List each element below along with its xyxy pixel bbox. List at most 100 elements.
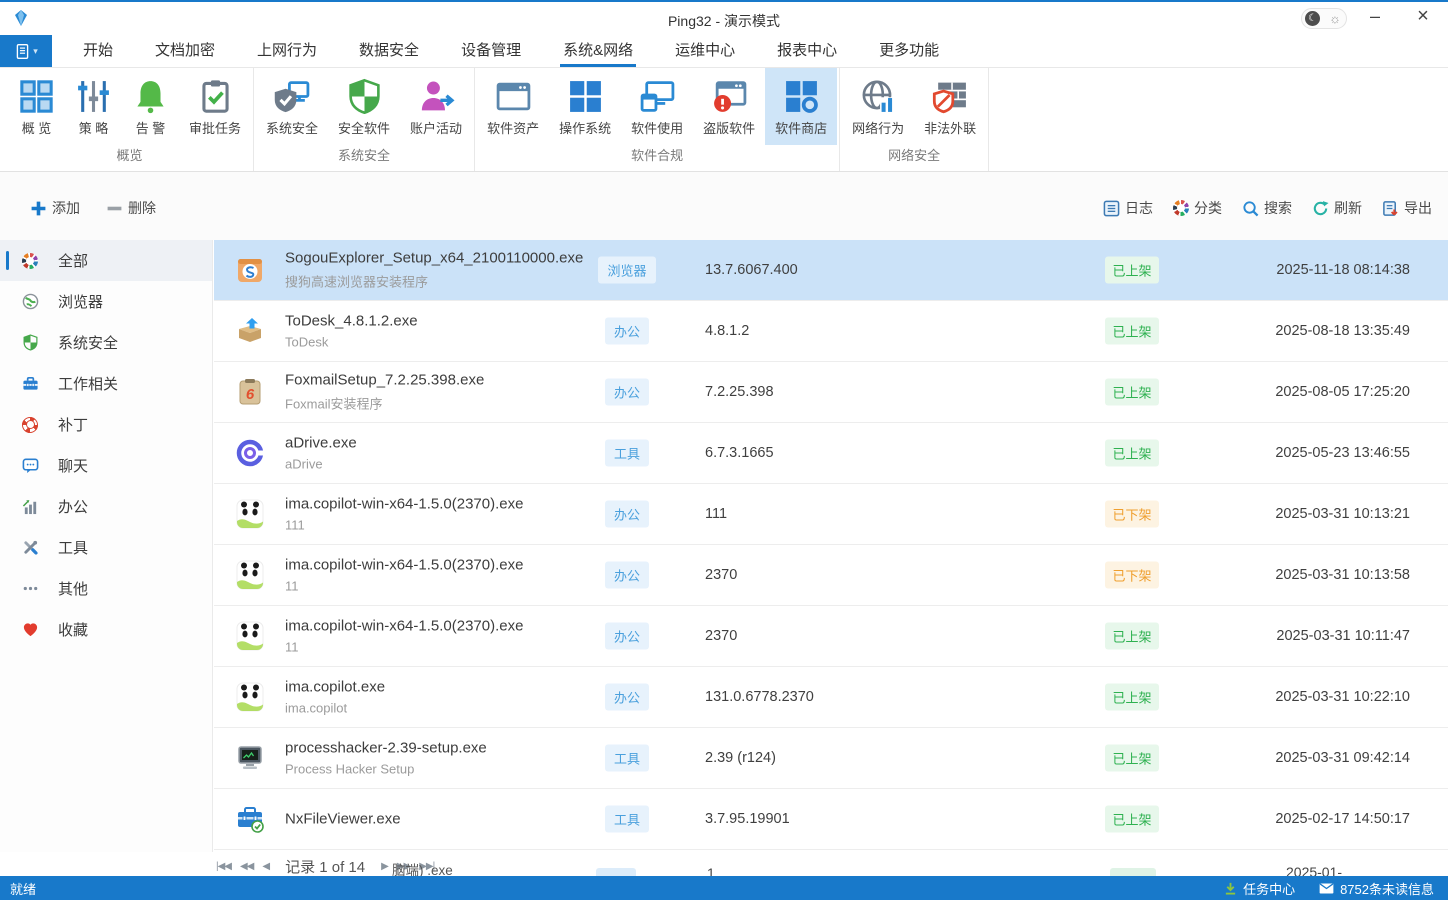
page-prev-group-button[interactable]: ◀◀ [240,861,253,872]
export-button[interactable]: 导出 [1382,198,1432,218]
table-row[interactable]: ima.copilot-win-x64-1.5.0(2370).exe111办公… [214,484,1448,545]
unread-messages-label: 8752条未读信息 [1340,879,1434,898]
ribbon-button-approval-tasks[interactable]: 审批任务 [179,68,251,145]
row-version: 2370 [705,628,737,644]
close-button[interactable]: × [1408,5,1438,28]
row-version: 6.7.3.1665 [705,445,774,461]
ribbon-button-system-security[interactable]: 系统安全 [256,68,328,145]
task-center-label: 任务中心 [1243,879,1295,898]
search-button[interactable]: 搜索 [1242,198,1292,218]
tab-web-behavior[interactable]: 上网行为 [236,35,338,67]
status-badge: 已上架 [1105,318,1158,345]
row-category: 办公 [585,623,669,650]
tab-system-network[interactable]: 系统&网络 [542,35,654,67]
ribbon-button-operating-system[interactable]: 操作系统 [549,68,621,145]
ribbon-group-label: 软件合规 [477,145,837,171]
tab-report-center[interactable]: 报表中心 [756,35,858,67]
row-category: 办公 [585,684,669,711]
sidebar-item-favorites[interactable]: 收藏 [0,609,212,650]
category-badge: 办公 [605,623,649,650]
download-icon [1224,882,1237,895]
table-row[interactable]: SogouExplorer_Setup_x64_2100110000.exe搜狗… [214,240,1448,301]
tab-start[interactable]: 开始 [62,35,134,67]
tab-data-security[interactable]: 数据安全 [338,35,440,67]
page-next-button[interactable]: ▶ [381,861,388,872]
delete-button[interactable]: 删除 [106,198,156,218]
overview-icon [18,76,55,116]
table-row[interactable]: ima.copilot-win-x64-1.5.0(2370).exe11办公2… [214,545,1448,606]
row-description: 11 [285,579,523,594]
status-badge: 已下架 [1105,562,1158,589]
table-row[interactable]: processhacker-2.39-setup.exeProcess Hack… [214,728,1448,789]
app-menu-button[interactable] [0,35,52,67]
unread-messages-button[interactable]: 8752条未读信息 [1319,879,1434,898]
page-prev-button[interactable]: ◀ [262,861,269,872]
sidebar-item-office[interactable]: 办公 [0,486,212,527]
row-version: 4.8.1.2 [705,323,749,339]
ribbon-button-software-assets[interactable]: 软件资产 [477,68,549,145]
ribbon-button-overview[interactable]: 概 览 [8,68,65,145]
table-row[interactable]: ToDesk_4.8.1.2.exeToDesk办公4.8.1.2已上架2025… [214,301,1448,362]
ribbon-button-software-store[interactable]: 软件商店 [765,68,837,145]
partial-row-version: 1 [707,865,715,876]
row-category: 办公 [585,318,669,345]
refresh-button[interactable]: 刷新 [1312,198,1362,218]
policy-icon [75,76,112,116]
category-badge: 办公 [605,318,649,345]
lifebuoy-icon [20,417,40,433]
panda-app-icon [235,499,265,529]
category-button[interactable]: 分类 [1173,198,1222,218]
table-row[interactable]: ima.copilot-win-x64-1.5.0(2370).exe11办公2… [214,606,1448,667]
ribbon-button-security-software[interactable]: 安全软件 [328,68,400,145]
row-category: 办公 [585,379,669,406]
status-badge: 已上架 [1105,257,1158,284]
ribbon-button-alert[interactable]: 告 警 [122,68,179,145]
status-badge: 已上架 [1105,379,1158,406]
ribbon-button-account-activity[interactable]: 账户活动 [400,68,472,145]
sidebar-item-system-security[interactable]: 系统安全 [0,322,212,363]
light-mode-icon[interactable]: ☼ [1329,11,1341,26]
partial-row-date: 2025-01- [1286,864,1342,876]
log-button[interactable]: 日志 [1103,198,1153,218]
shield-green-icon [346,76,383,116]
category-badge: 办公 [605,684,649,711]
sidebar-item-tools[interactable]: 工具 [0,527,212,568]
dots-icon [20,580,40,597]
window-app-icon [495,76,532,116]
tab-ops-center[interactable]: 运维中心 [654,35,756,67]
ribbon-button-network-behavior[interactable]: 网络行为 [842,68,914,145]
sidebar-item-other[interactable]: 其他 [0,568,212,609]
sidebar-item-chat[interactable]: 聊天 [0,445,212,486]
ribbon-button-software-usage[interactable]: 软件使用 [621,68,693,145]
table-row[interactable]: NxFileViewer.exe工具3.7.95.19901已上架2025-02… [214,789,1448,850]
minimize-button[interactable]: – [1360,6,1390,27]
svg-text:6: 6 [246,386,255,403]
row-category: 办公 [585,562,669,589]
tab-device-mgmt[interactable]: 设备管理 [440,35,542,67]
row-filename: ima.copilot-win-x64-1.5.0(2370).exe [285,496,523,513]
table-row[interactable]: ima.copilot.exeima.copilot办公131.0.6778.2… [214,667,1448,728]
ribbon-button-illegal-connection[interactable]: 非法外联 [914,68,986,145]
sidebar-item-all[interactable]: 全部 [0,240,212,281]
donut-icon [1173,200,1189,216]
row-filename: FoxmailSetup_7.2.25.398.exe [285,372,484,389]
tab-doc-encrypt[interactable]: 文档加密 [134,35,236,67]
sidebar-item-patch[interactable]: 补丁 [0,404,212,445]
ribbon-button-policy[interactable]: 策 略 [65,68,122,145]
refresh-icon [1312,200,1329,217]
theme-toggle[interactable]: ☾ ☼ [1301,8,1347,29]
sidebar-item-browser[interactable]: 浏览器 [0,281,212,322]
page-first-button[interactable]: |◀◀ [216,861,231,872]
add-button[interactable]: 添加 [30,198,80,218]
sidebar-item-work-related[interactable]: 工作相关 [0,363,212,404]
task-center-button[interactable]: 任务中心 [1224,879,1295,898]
export-icon [1382,200,1399,217]
dark-mode-icon[interactable]: ☾ [1305,11,1320,26]
ribbon-button-pirated-software[interactable]: 盗版软件 [693,68,765,145]
tab-more-features[interactable]: 更多功能 [858,35,960,67]
table-row[interactable]: aDrive.exeaDrive工具6.7.3.1665已上架2025-05-2… [214,423,1448,484]
plus-icon [30,200,47,217]
status-badge: 已上架 [1105,623,1158,650]
table-row[interactable]: 6FoxmailSetup_7.2.25.398.exeFoxmail安装程序办… [214,362,1448,423]
row-version: 13.7.6067.400 [705,262,798,278]
